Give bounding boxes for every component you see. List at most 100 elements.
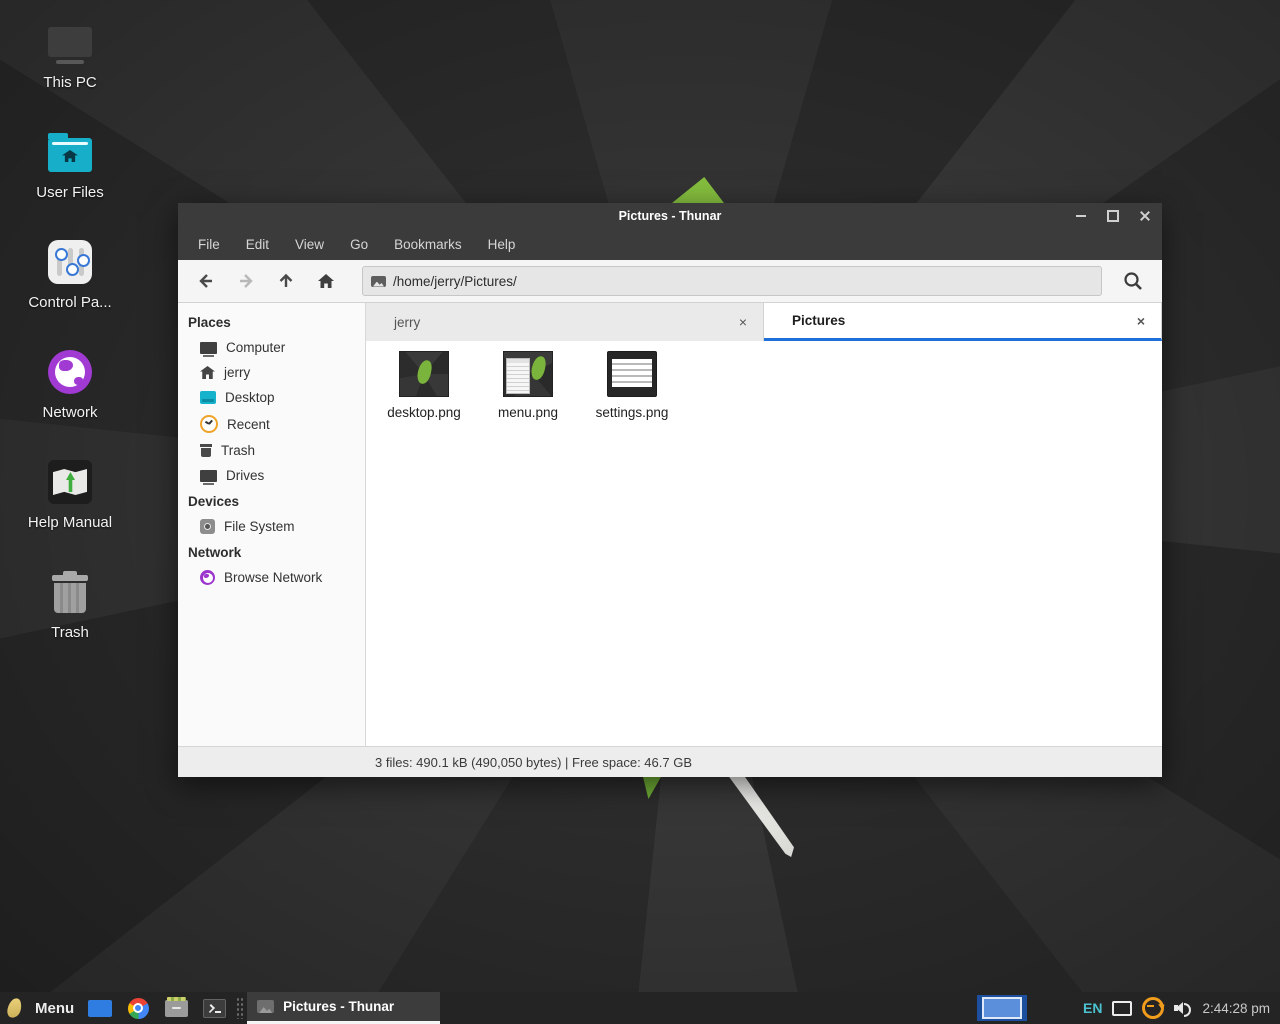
sidebar-item-label: Browse Network — [224, 570, 322, 585]
desktop-icon-label: User Files — [36, 184, 104, 201]
browser-launcher[interactable] — [126, 998, 150, 1018]
volume-icon[interactable] — [1174, 1000, 1192, 1016]
tab-label: Pictures — [792, 313, 1135, 328]
desktop-icon-column: This PC User Files Control Pa... Network… — [10, 18, 130, 678]
panel-drag-handle[interactable] — [236, 997, 244, 1019]
home-icon — [316, 271, 336, 291]
workspace-switcher[interactable] — [977, 995, 1027, 1021]
up-button[interactable] — [268, 265, 304, 297]
close-button[interactable] — [1136, 207, 1154, 225]
menu-file[interactable]: File — [198, 237, 220, 252]
sidebar-item-label: Desktop — [225, 390, 275, 405]
thunar-image-icon — [257, 1000, 274, 1013]
sidebar-header-places: Places — [178, 309, 365, 335]
tab-label: jerry — [394, 315, 737, 330]
trash-icon — [52, 575, 88, 613]
desktop-icon-this-pc[interactable]: This PC — [10, 18, 130, 128]
search-button[interactable] — [1114, 264, 1152, 298]
menu-bookmarks[interactable]: Bookmarks — [394, 237, 462, 252]
desktop-icon-help-manual[interactable]: Help Manual — [10, 458, 130, 568]
computer-icon — [48, 27, 92, 57]
back-button[interactable] — [188, 265, 224, 297]
sidebar-item-desktop[interactable]: Desktop — [178, 385, 365, 410]
wallpaper-pencil — [722, 777, 794, 857]
desktop-icon-trash[interactable]: Trash — [10, 568, 130, 678]
menu-edit[interactable]: Edit — [246, 237, 269, 252]
maximize-button[interactable] — [1104, 207, 1122, 225]
show-desktop-button[interactable] — [88, 998, 112, 1018]
display-tray-icon[interactable] — [1112, 1001, 1132, 1016]
drive-icon — [200, 470, 217, 482]
titlebar[interactable]: Pictures - Thunar — [178, 203, 1162, 229]
tab-pictures[interactable]: Pictures × — [764, 303, 1162, 341]
sidebar-header-network: Network — [178, 539, 365, 565]
file-menu-png[interactable]: menu.png — [480, 351, 576, 420]
home-icon — [200, 366, 215, 379]
sidebar-item-label: Computer — [226, 340, 285, 355]
home-button[interactable] — [308, 265, 344, 297]
tab-jerry[interactable]: jerry × — [366, 303, 764, 341]
sidebar-item-jerry[interactable]: jerry — [178, 360, 365, 385]
desktop-icon — [88, 1000, 112, 1017]
sidebar-item-computer[interactable]: Computer — [178, 335, 365, 360]
sidebar-item-label: Trash — [221, 443, 255, 458]
update-manager-icon[interactable] — [1142, 997, 1164, 1019]
chrome-icon — [128, 998, 149, 1019]
desktop-root: This PC User Files Control Pa... Network… — [0, 0, 1280, 1024]
clock[interactable]: 2:44:28 pm — [1202, 1001, 1270, 1016]
task-button-label: Pictures - Thunar — [283, 999, 394, 1014]
file-name: desktop.png — [387, 405, 461, 420]
desktop-icon-user-files[interactable]: User Files — [10, 128, 130, 238]
sidebar-item-file-system[interactable]: File System — [178, 514, 365, 539]
sidebar-item-trash[interactable]: Trash — [178, 438, 365, 463]
sidebar-item-recent[interactable]: Recent — [178, 410, 365, 438]
desktop-icon-label: Network — [42, 404, 97, 421]
sidebar-header-devices: Devices — [178, 488, 365, 514]
taskbar-window-button[interactable]: Pictures - Thunar — [247, 992, 440, 1024]
file-desktop-png[interactable]: desktop.png — [376, 351, 472, 420]
desktop-icon-control-panel[interactable]: Control Pa... — [10, 238, 130, 348]
desktop-icon-label: Trash — [51, 624, 89, 641]
path-field[interactable]: /home/jerry/Pictures/ — [362, 266, 1102, 296]
menu-help[interactable]: Help — [488, 237, 516, 252]
path-text: /home/jerry/Pictures/ — [393, 274, 517, 289]
toolbar: /home/jerry/Pictures/ — [178, 260, 1162, 303]
menu-go[interactable]: Go — [350, 237, 368, 252]
sidebar-item-label: File System — [224, 519, 295, 534]
menu-view[interactable]: View — [295, 237, 324, 252]
tab-close-icon[interactable]: × — [1135, 313, 1147, 329]
terminal-launcher[interactable] — [202, 998, 226, 1018]
forward-arrow-icon — [236, 271, 256, 291]
terminal-icon — [203, 999, 226, 1018]
tab-close-icon[interactable]: × — [737, 314, 749, 330]
up-arrow-icon — [276, 271, 296, 291]
desktop-icon-label: This PC — [43, 74, 96, 91]
keyboard-layout-indicator[interactable]: EN — [1083, 1000, 1102, 1016]
thunar-window: Pictures - Thunar File Edit View Go Book… — [178, 203, 1162, 777]
home-folder-icon — [48, 138, 92, 172]
map-book-icon — [48, 460, 92, 504]
workspace-1[interactable] — [982, 997, 1022, 1019]
file-cabinet-icon — [165, 1000, 188, 1017]
sidebar-item-browse-network[interactable]: Browse Network — [178, 565, 365, 590]
window-body: Places Computer jerry Desktop Recent — [178, 303, 1162, 746]
image-thumbnail — [399, 351, 449, 397]
file-view[interactable]: desktop.png menu.png settings.png — [366, 341, 1162, 746]
status-text: 3 files: 490.1 kB (490,050 bytes) | Free… — [375, 755, 692, 770]
image-thumbnail — [503, 351, 553, 397]
computer-icon — [200, 342, 217, 354]
back-arrow-icon — [196, 271, 216, 291]
minimize-button[interactable] — [1072, 207, 1090, 225]
file-manager-launcher[interactable] — [164, 998, 188, 1018]
sidebar-item-drives[interactable]: Drives — [178, 463, 365, 488]
file-name: menu.png — [498, 405, 558, 420]
clock-icon — [200, 415, 218, 433]
forward-button[interactable] — [228, 265, 264, 297]
file-settings-png[interactable]: settings.png — [584, 351, 680, 420]
menu-button[interactable]: Menu — [35, 1000, 74, 1017]
menu-logo-icon[interactable] — [6, 997, 23, 1020]
desktop-icon-network[interactable]: Network — [10, 348, 130, 458]
window-title: Pictures - Thunar — [178, 209, 1162, 223]
wallpaper-leaf-bottom — [643, 777, 661, 799]
sidebar-item-label: Recent — [227, 417, 270, 432]
